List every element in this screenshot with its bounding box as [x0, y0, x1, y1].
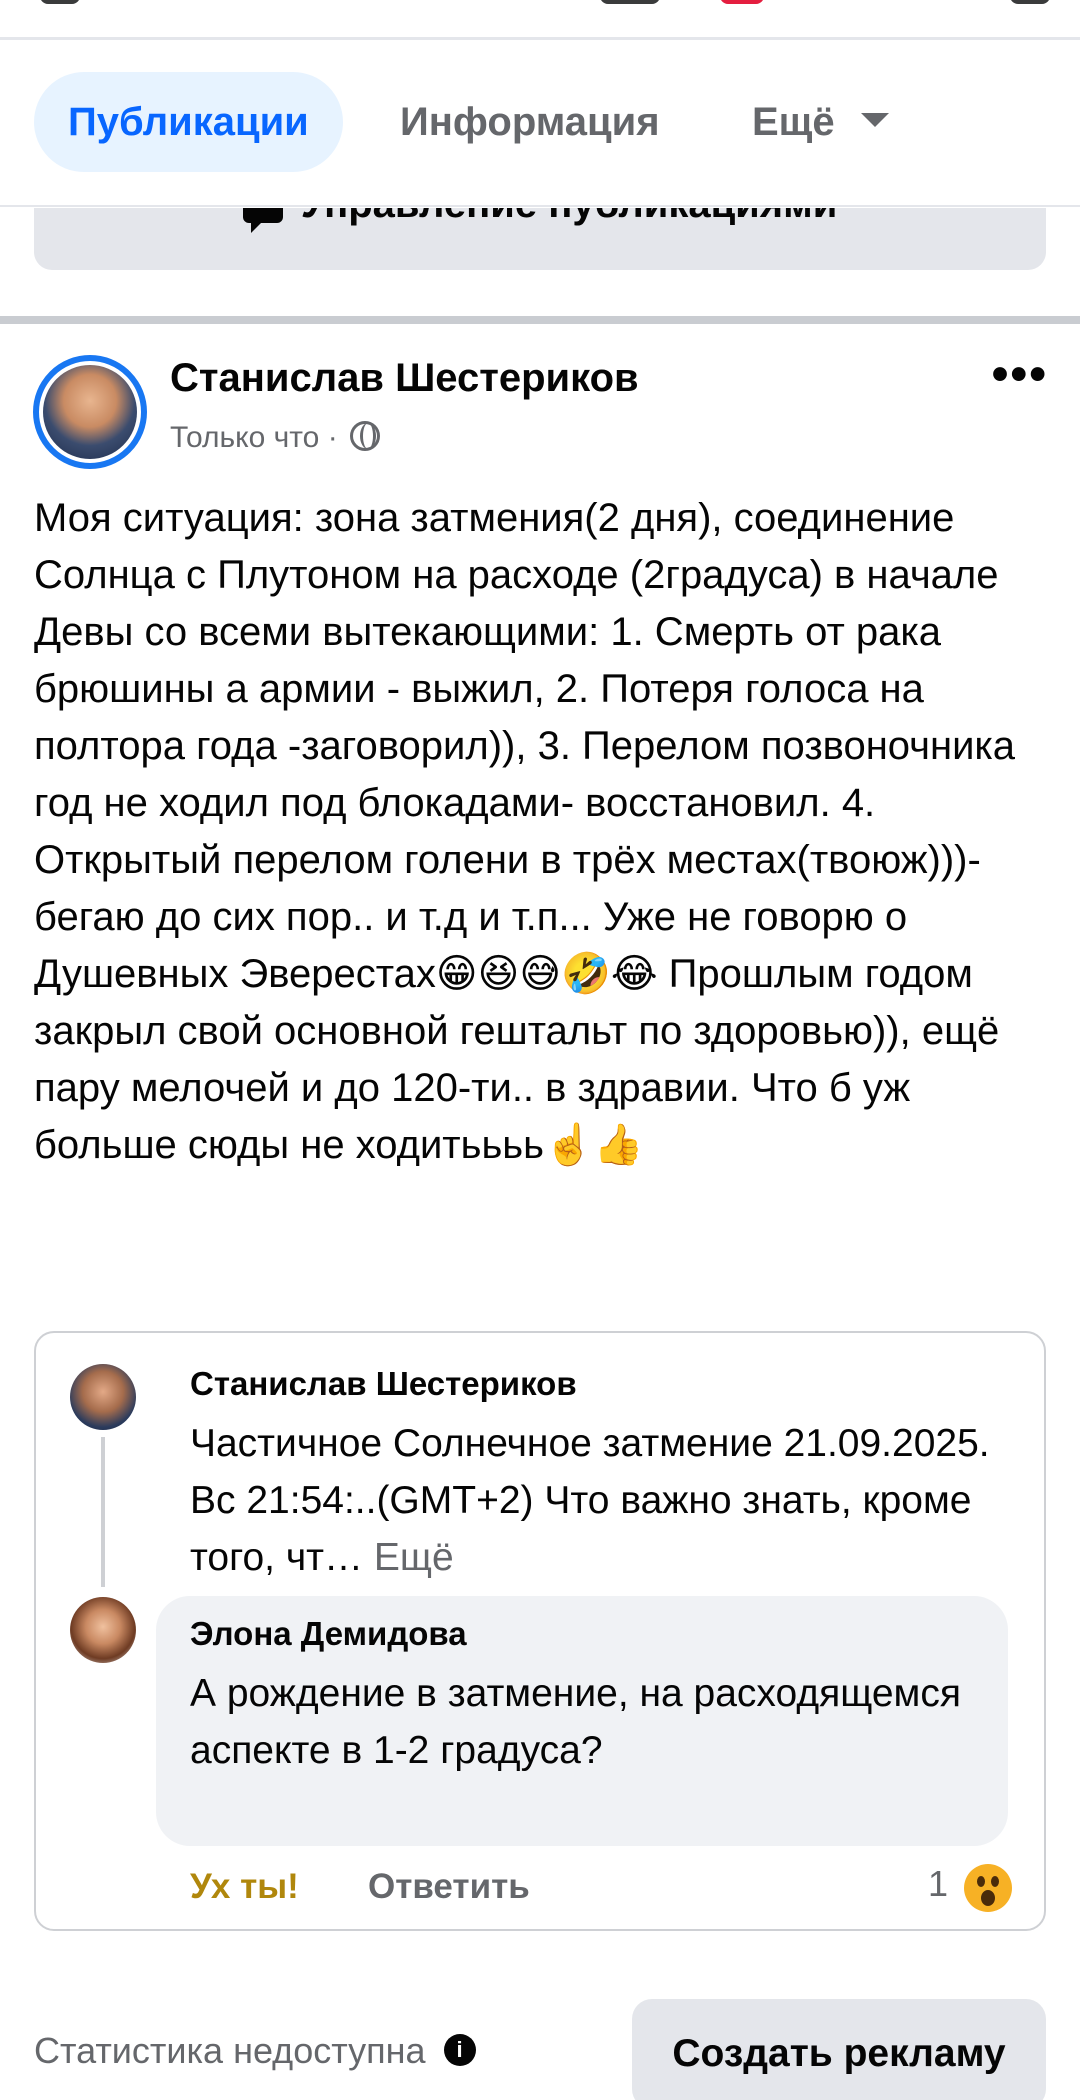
- manage-posts-label: Управление публикациями: [301, 208, 838, 226]
- avatar[interactable]: [33, 355, 147, 469]
- manage-posts-button[interactable]: Управление публикациями: [34, 208, 1046, 270]
- reply-button[interactable]: Ответить: [368, 1867, 530, 1907]
- wow-eye-left: [977, 1876, 985, 1887]
- thread-line: [101, 1437, 105, 1587]
- reaction-count: 1: [928, 1863, 949, 1904]
- section-divider: [0, 316, 1080, 324]
- reply-text: А рождение в затмение, на расходящемся а…: [190, 1672, 961, 1772]
- meta-separator: ·: [327, 421, 338, 454]
- stats-label: Статистика недоступна: [34, 2030, 426, 2071]
- top-bar-remnant: [0, 0, 1080, 40]
- post-time: Только что: [170, 421, 320, 454]
- comment-text-body: Частичное Солнечное затмение 21.09.2025.…: [190, 1422, 990, 1579]
- create-ad-button[interactable]: Создать рекламу: [632, 1999, 1046, 2100]
- wow-mouth: [981, 1890, 995, 1906]
- comment-avatar[interactable]: [70, 1364, 136, 1430]
- avatar-photo: [43, 365, 137, 459]
- wow-eye-right: [991, 1876, 999, 1887]
- tab-more-label: Ещё: [752, 100, 835, 144]
- post-author[interactable]: Станислав Шестериков: [170, 356, 639, 401]
- globe-icon: [350, 421, 381, 452]
- tab-more[interactable]: Ещё: [718, 72, 923, 172]
- tab-posts[interactable]: Публикации: [34, 72, 343, 172]
- profile-tabs: Публикации Информация Ещё: [0, 72, 1080, 172]
- wow-reaction-icon[interactable]: [964, 1864, 1012, 1912]
- reaction-button[interactable]: Ух ты!: [190, 1867, 299, 1907]
- reply-author[interactable]: Элона Демидова: [190, 1615, 467, 1653]
- stats-unavailable: Статистика недоступна i: [34, 2030, 476, 2072]
- comment-text: Частичное Солнечное затмение 21.09.2025.…: [190, 1415, 1010, 1586]
- post-text: Моя ситуация: зона затмения(2 дня), соед…: [34, 496, 1016, 1167]
- chat-icon: [242, 208, 283, 234]
- tabs-divider: [0, 205, 1080, 207]
- comment-more-link[interactable]: Ещё: [374, 1536, 454, 1579]
- title-fragment: [600, 0, 660, 4]
- info-icon[interactable]: i: [443, 2034, 476, 2067]
- comment-author[interactable]: Станислав Шестериков: [190, 1365, 577, 1403]
- reply-avatar[interactable]: [70, 1597, 136, 1663]
- search-icon[interactable]: [1010, 0, 1050, 4]
- tab-info[interactable]: Информация: [366, 72, 694, 172]
- more-options-icon[interactable]: •••: [992, 351, 1048, 399]
- notification-icon[interactable]: [720, 0, 764, 4]
- back-arrow-icon[interactable]: [40, 0, 80, 4]
- manage-posts-content: Управление публикациями: [34, 208, 1046, 234]
- chevron-down-icon: [860, 113, 889, 128]
- post-meta: Только что ·: [170, 421, 381, 455]
